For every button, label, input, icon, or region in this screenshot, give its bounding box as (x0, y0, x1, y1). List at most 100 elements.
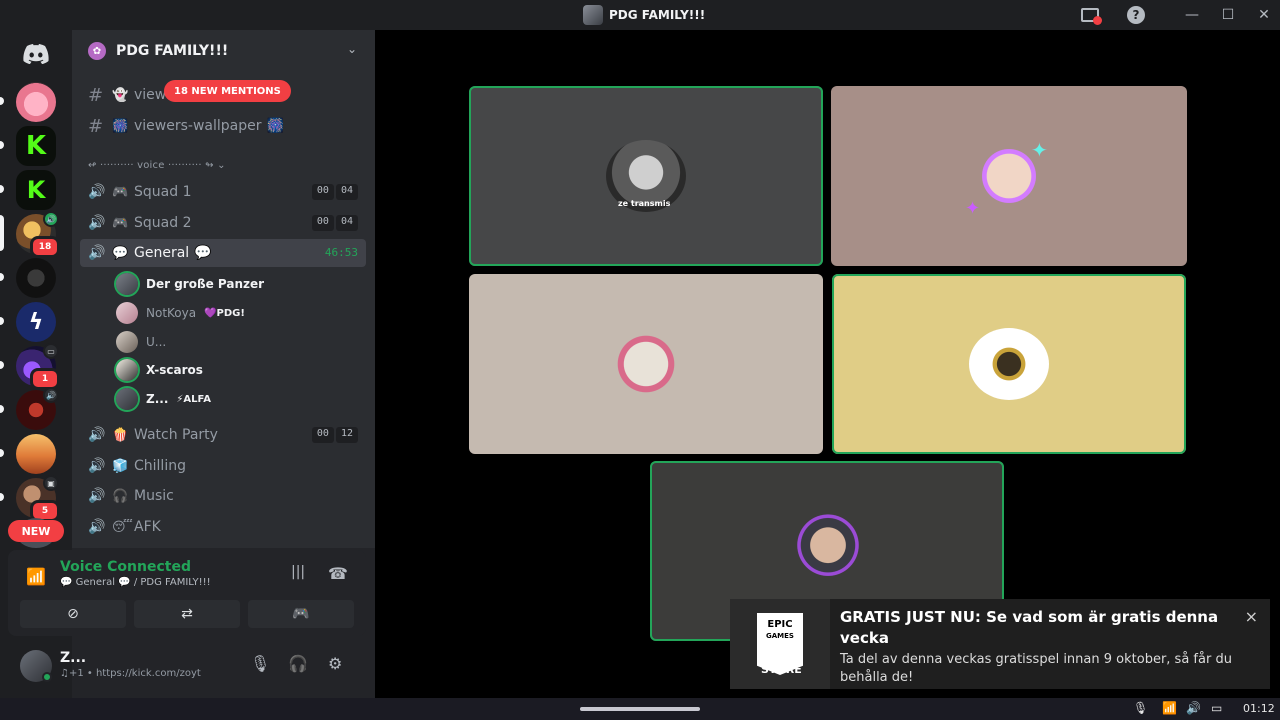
battery-icon[interactable]: ▭ (1211, 701, 1222, 715)
maximize-button[interactable]: ☐ (1216, 4, 1240, 26)
participant-tile[interactable]: ze transmis (469, 86, 823, 266)
sparkle-icon: ✦ (965, 198, 981, 219)
server-icon-pink[interactable] (16, 82, 56, 122)
voice-connected-channel[interactable]: 💬 General 💬 / PDG FAMILY!!! (60, 577, 211, 588)
wifi-icon[interactable]: 📶 (1162, 701, 1177, 715)
volume-icon[interactable]: 🔊 (1186, 701, 1201, 715)
help-icon[interactable]: ? (1124, 4, 1148, 26)
user-panel: Z... ♫+1 • https://kick.com/zoyt 🎙 🎧 ⚙ (8, 640, 366, 692)
close-window-button[interactable]: ✕ (1252, 4, 1276, 26)
noise-suppression-icon[interactable]: ||| (291, 564, 305, 580)
screen-share-icon: ⇄ (181, 606, 193, 622)
camera-off-button[interactable]: ⊘ (20, 600, 126, 628)
server-icon-purple[interactable]: ▭ 1 (16, 343, 60, 390)
channel-name: viewers-wallpaper (134, 118, 262, 134)
discord-logo-icon (23, 44, 49, 64)
headphones-icon[interactable]: 🎧 (288, 654, 308, 673)
elapsed-time: 46:53 (324, 246, 358, 259)
channel-name: General (134, 245, 190, 261)
unread-indicator (0, 449, 4, 457)
voice-user[interactable]: NotKoya 💜PDG! (116, 300, 245, 326)
voice-user[interactable]: U... (116, 329, 166, 355)
channel-timer: 00 04 (311, 215, 358, 231)
disconnect-icon[interactable]: ☎ (328, 564, 348, 583)
participant-tile[interactable]: ✦ ✦ (831, 86, 1187, 266)
unread-indicator (0, 317, 4, 325)
os-taskbar: 🎙 📶 🔊 ▭ 01:12 (0, 698, 1280, 720)
channel-emoji: 🎧 (112, 488, 129, 504)
taskbar-handle[interactable] (580, 707, 700, 711)
new-unreads-pill[interactable]: NEW (8, 520, 64, 542)
unread-indicator (0, 97, 4, 105)
server-icon-orange[interactable] (16, 434, 56, 474)
microphone-icon[interactable]: 🎙 (1133, 701, 1148, 715)
voice-channel-watch-party[interactable]: 🔊 🍿 Watch Party 00 12 (80, 421, 366, 449)
server-header[interactable]: ✿ PDG FAMILY!!! ⌄ (72, 30, 375, 72)
server-icon-kick[interactable]: K (16, 126, 56, 166)
clock[interactable]: 01:12 (1243, 702, 1275, 715)
discord-home-button[interactable] (16, 34, 56, 74)
speaker-icon: 🔊 (88, 215, 106, 231)
voice-stage: ze transmis ✦ ✦ (375, 30, 1280, 698)
participant-tile[interactable] (832, 274, 1186, 454)
speaker-icon: 🔊 (88, 519, 106, 535)
speaker-icon: 🔊 (88, 184, 106, 200)
unread-indicator (0, 493, 4, 501)
voice-connected-title[interactable]: Voice Connected (60, 559, 191, 575)
voice-channel-squad-1[interactable]: 🔊 🎮 Squad 1 00 04 (80, 178, 366, 206)
voice-category-header[interactable]: ↫ ·········· voice ·········· ↬ ⌄ (88, 160, 226, 171)
voice-channel-chilling[interactable]: 🔊 🧊 Chilling (80, 452, 366, 480)
screen-share-status-icon[interactable] (1078, 4, 1102, 26)
voice-channel-music[interactable]: 🔊 🎧 Music (80, 482, 366, 510)
server-icon-dark[interactable] (16, 258, 56, 298)
activities-button[interactable]: 🎮 (248, 600, 354, 628)
gear-icon[interactable]: ⚙ (328, 654, 342, 673)
voice-channel-afk[interactable]: 🔊 😴 AFK (80, 513, 366, 541)
title-bar: PDG FAMILY!!! ? — ☐ ✕ (0, 0, 1280, 30)
speaker-icon: 🔊 (88, 245, 106, 261)
voice-channel-general[interactable]: 🔊 💬 General 💬 46:53 (80, 239, 366, 267)
microphone-icon[interactable]: 🎙 (250, 654, 270, 673)
channel-name: AFK (134, 519, 161, 535)
server-icon-kick-2[interactable]: K (16, 170, 56, 210)
server-icon-pdg-family[interactable]: 🔊 18 (16, 211, 60, 258)
unread-indicator (0, 141, 4, 149)
chevron-down-icon[interactable]: ⌄ (347, 42, 357, 56)
unread-indicator (0, 405, 4, 413)
user-status[interactable]: ♫+1 • https://kick.com/zoyt (60, 668, 201, 679)
voice-user[interactable]: X-scaros (116, 357, 203, 383)
server-icon-lightning[interactable]: ϟ (16, 302, 56, 342)
voice-user-name: Der große Panzer (146, 277, 265, 291)
close-icon[interactable]: × (1245, 607, 1258, 626)
server-icon-red[interactable]: 🔊 (16, 387, 59, 430)
epic-games-notification[interactable]: EPIC GAMES STORE GRATIS JUST NU: Se vad … (730, 599, 1270, 689)
user-name[interactable]: Z... (60, 650, 86, 666)
camera-off-icon: ⊘ (67, 606, 79, 622)
screen-share-button[interactable]: ⇄ (134, 600, 240, 628)
channel-emoji: 🎆 (112, 118, 129, 134)
voice-user[interactable]: Der große Panzer (116, 271, 264, 297)
avatar (116, 273, 138, 295)
text-channel-viewers-wallpaper[interactable]: # 🎆 viewers-wallpaper 🎆 (80, 112, 366, 140)
channel-name: Watch Party (134, 427, 218, 443)
avatar (116, 359, 138, 381)
mention-badge: 18 (30, 236, 60, 258)
speaker-icon: 🔊 (88, 458, 106, 474)
channel-emoji-suffix: 🎆 (266, 118, 284, 134)
server-icon-brown[interactable]: ▣ 5 (16, 475, 60, 522)
voice-channel-squad-2[interactable]: 🔊 🎮 Squad 2 00 04 (80, 209, 366, 237)
server-name: PDG FAMILY!!! (116, 43, 229, 59)
channel-emoji: 👻 (112, 87, 129, 103)
voice-user[interactable]: Z... ⚡ALFA (116, 386, 211, 412)
avatar (116, 302, 138, 324)
speaker-icon: 🔊 (88, 488, 106, 504)
server-icon (583, 5, 603, 25)
participant-tile[interactable] (469, 274, 823, 454)
new-mentions-banner[interactable]: 18 NEW MENTIONS (164, 80, 291, 102)
signal-strength-icon[interactable]: 📶 (26, 567, 46, 586)
participant-avatar (969, 328, 1049, 400)
selected-indicator (0, 215, 4, 251)
voice-user-name: NotKoya (146, 306, 197, 320)
voice-user-name: U... (146, 335, 167, 349)
minimize-button[interactable]: — (1180, 4, 1204, 26)
